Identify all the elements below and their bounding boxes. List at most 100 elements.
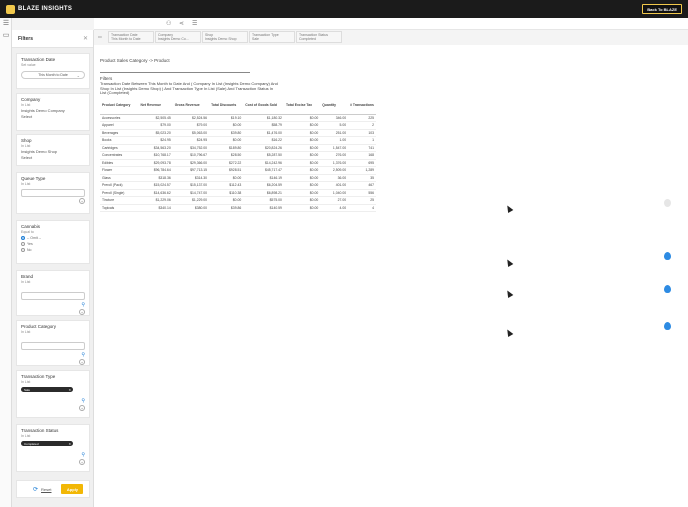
search-icon[interactable]: ⚲ bbox=[81, 352, 85, 358]
filter-operator: In List bbox=[21, 144, 31, 148]
table-cell: $110.38 bbox=[209, 189, 244, 197]
active-filter-chip[interactable]: Transaction Type Sale bbox=[249, 31, 295, 43]
table-cell: $10,796.67 bbox=[172, 151, 210, 160]
filter-brand: Brand In List ⚲ + bbox=[16, 270, 90, 316]
filter-operator: In List bbox=[21, 330, 31, 334]
table-cell: Preroll (Single) bbox=[100, 189, 139, 197]
table-cell: Concentrates bbox=[100, 151, 139, 160]
table-cell: $6,898.21 bbox=[243, 189, 284, 197]
collapse-icon[interactable]: ▭ bbox=[98, 34, 102, 39]
table-cell: $5,023.20 bbox=[138, 129, 173, 137]
filter-title: Queue Type bbox=[21, 176, 46, 181]
search-icon[interactable]: ⚲ bbox=[81, 398, 85, 404]
table-cell: $29,366.00 bbox=[172, 159, 210, 167]
column-header[interactable]: Cost of Goods Sold bbox=[243, 102, 284, 115]
column-header[interactable]: Product Category bbox=[100, 102, 139, 115]
close-icon[interactable]: ✕ bbox=[83, 35, 88, 42]
report-title: Product Sales Category -> Product bbox=[100, 58, 170, 63]
table-cell: $2,524.56 bbox=[172, 114, 210, 122]
selected-chip[interactable]: Completed ✕ bbox=[21, 441, 73, 446]
brand-logo: BLAZE INSIGHTS bbox=[6, 4, 72, 14]
table-cell: $79.00 bbox=[138, 121, 173, 130]
chevron-down-icon: ⌄ bbox=[76, 72, 80, 78]
table-cell: $0.00 bbox=[283, 159, 321, 167]
add-icon[interactable]: + bbox=[79, 459, 85, 465]
search-icon[interactable]: ⚲ bbox=[81, 452, 85, 458]
mouse-cursor-icon bbox=[504, 327, 514, 338]
close-icon[interactable]: ✕ bbox=[68, 388, 71, 392]
folder-icon[interactable]: ▭ bbox=[0, 30, 12, 42]
mouse-cursor-icon bbox=[504, 257, 514, 268]
selected-chip[interactable]: Sale ✕ bbox=[21, 387, 73, 392]
close-icon[interactable]: ✕ bbox=[68, 442, 71, 446]
column-header[interactable]: # Transactions bbox=[348, 102, 376, 115]
radio-omit[interactable]: -- Omit -- bbox=[21, 236, 85, 240]
rss-icon[interactable]: ☰ bbox=[192, 20, 197, 27]
refresh-icon[interactable]: ⟳ bbox=[33, 486, 38, 493]
chip-label: Sale bbox=[24, 387, 31, 392]
table-cell: $0.00 bbox=[209, 136, 244, 145]
radio-no[interactable]: No bbox=[21, 248, 85, 252]
queue-type-input[interactable] bbox=[21, 189, 85, 197]
table-cell: 401.00 bbox=[320, 181, 349, 190]
chip-value: This Month to Date bbox=[111, 37, 141, 41]
add-icon[interactable]: + bbox=[79, 359, 85, 365]
column-header[interactable]: Net Revenue bbox=[138, 102, 173, 115]
table-cell: $318.36 bbox=[138, 174, 173, 182]
table-cell: 1,376.00 bbox=[320, 159, 349, 167]
column-header[interactable]: Gross Revenue bbox=[172, 102, 210, 115]
chip-value: Completed bbox=[299, 37, 316, 41]
table-cell: 1.00 bbox=[320, 136, 349, 145]
user-icon[interactable]: ⚇ bbox=[166, 20, 171, 27]
active-filter-chip[interactable]: Shop Insights Demo Shop bbox=[202, 31, 248, 43]
table-cell: 2,509.00 bbox=[320, 166, 349, 175]
filter-cannabis: Cannabis Equal to -- Omit -- Yes No bbox=[16, 220, 90, 264]
radio-yes[interactable]: Yes bbox=[21, 242, 85, 246]
filter-product-category: Product Category In List ⚲ + bbox=[16, 320, 90, 366]
table-cell: $0.00 bbox=[283, 204, 321, 212]
hamburger-menu-icon[interactable]: ☰ bbox=[0, 18, 12, 30]
reset-button[interactable]: Reset bbox=[41, 487, 51, 492]
table-cell: 25 bbox=[348, 196, 376, 205]
shop-select-link[interactable]: Select bbox=[21, 155, 85, 160]
table-cell: 225 bbox=[348, 114, 376, 122]
table-cell: Flower bbox=[100, 166, 139, 175]
table-cell: 1,547.00 bbox=[320, 144, 349, 152]
filter-operator: In List bbox=[21, 380, 31, 384]
filter-queue-type: Queue Type In List + bbox=[16, 172, 90, 214]
transaction-date-select[interactable]: This Month to Date ⌄ bbox=[21, 71, 85, 79]
add-icon[interactable]: + bbox=[79, 309, 85, 315]
table-cell: $34,563.20 bbox=[138, 144, 173, 152]
company-select-link[interactable]: Select bbox=[21, 114, 85, 119]
active-filter-chips: ▭ Transaction Date This Month to Date Co… bbox=[94, 30, 688, 45]
table-cell: $5,063.00 bbox=[172, 129, 210, 137]
back-to-blaze-button[interactable]: Back To BLAZE bbox=[642, 4, 682, 14]
search-icon[interactable]: ⚲ bbox=[81, 302, 85, 308]
brand-input[interactable] bbox=[21, 292, 85, 300]
column-header[interactable]: Quantity bbox=[320, 102, 349, 115]
table-row: Topicals $340.14 $380.00 $39.86 $140.59 $0.00… bbox=[100, 204, 376, 212]
active-filter-chip[interactable]: Transaction Date This Month to Date bbox=[108, 31, 154, 43]
product-category-input[interactable] bbox=[21, 342, 85, 350]
table-cell: $314.30 bbox=[172, 174, 210, 182]
share-icon[interactable]: ⋖ bbox=[179, 20, 184, 27]
filter-operator: In List bbox=[21, 182, 31, 186]
apply-button[interactable]: Apply bbox=[61, 484, 84, 494]
table-cell: $0.00 bbox=[283, 121, 321, 130]
active-filter-chip[interactable]: Company Insights Demo Co... bbox=[155, 31, 201, 43]
table-cell: $140.59 bbox=[243, 204, 284, 212]
column-header[interactable]: Total Discounts bbox=[209, 102, 244, 115]
table-cell: Cartridges bbox=[100, 144, 139, 152]
table-cell: $29,093.78 bbox=[138, 159, 173, 167]
add-icon[interactable]: + bbox=[79, 405, 85, 411]
filter-operator: In List bbox=[21, 103, 31, 107]
report-toolbar: ⚇ ⋖ ☰ bbox=[94, 18, 688, 30]
table-cell: $19.10 bbox=[209, 114, 244, 122]
column-header[interactable]: Total Excise Tax bbox=[283, 102, 321, 115]
table-cell: $20,824.26 bbox=[243, 144, 284, 152]
radio-icon bbox=[21, 248, 25, 252]
table-cell: $0.00 bbox=[283, 144, 321, 152]
add-icon[interactable]: + bbox=[79, 198, 85, 204]
table-cell: $0.00 bbox=[283, 174, 321, 182]
active-filter-chip[interactable]: Transaction Status Completed bbox=[296, 31, 342, 43]
